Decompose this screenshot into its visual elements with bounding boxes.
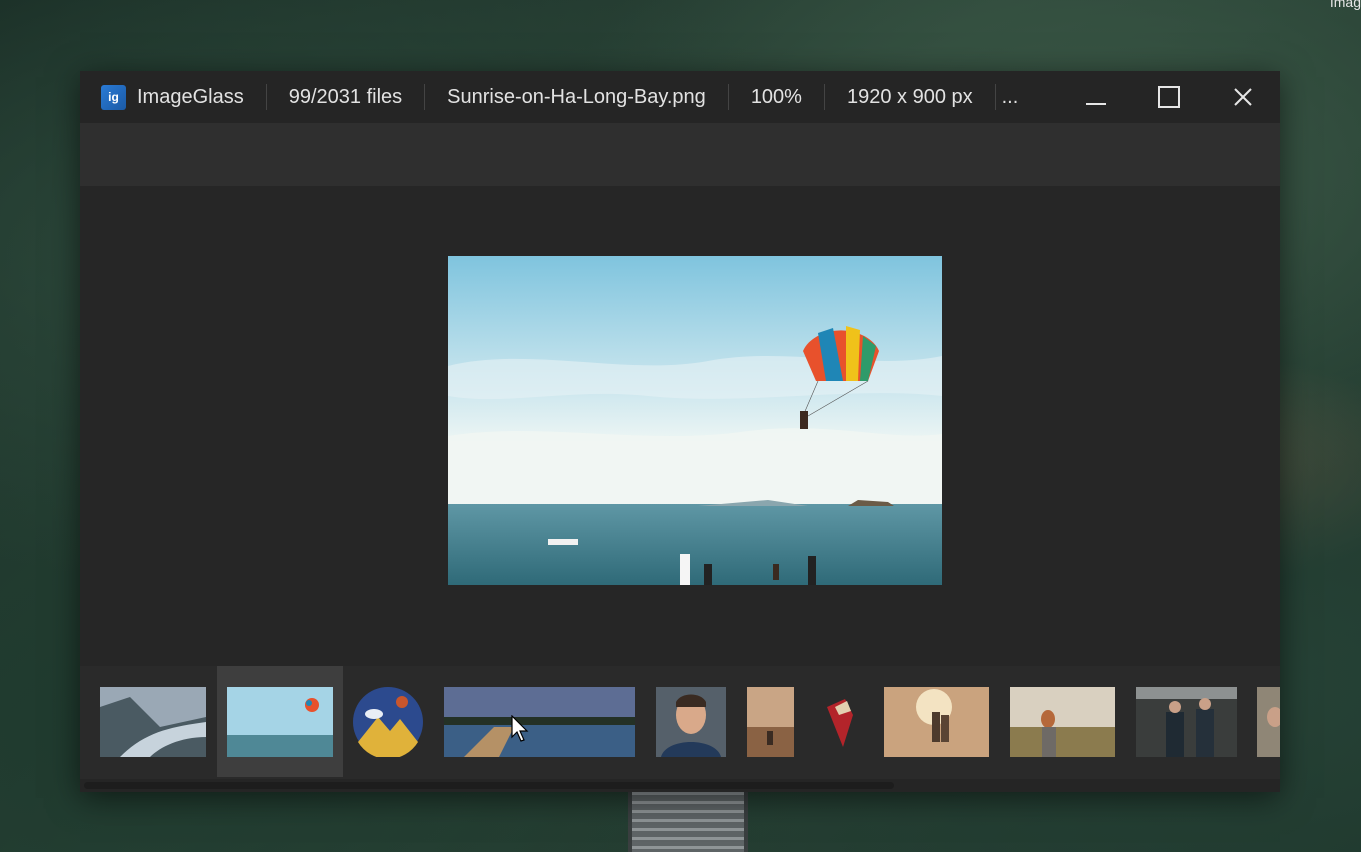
thumbnail-imageglass-logo[interactable] [352, 687, 424, 757]
zoom-level: 100% [750, 85, 802, 108]
file-name: Sunrise-on-Ha-Long-Bay.png [447, 85, 706, 108]
thumbnail-pier-panorama[interactable] [444, 687, 635, 757]
maximize-button[interactable] [1140, 79, 1198, 115]
thumbnail-scrollbar-thumb[interactable] [84, 782, 894, 789]
app-name: ImageGlass [137, 85, 244, 108]
thumbnail-bar[interactable] [80, 666, 1280, 792]
close-button[interactable] [1214, 79, 1272, 115]
thumbnail-parasailing-beach[interactable] [227, 687, 333, 757]
more-info-button[interactable]: ... [996, 86, 1041, 109]
thumbnail-desert-person[interactable] [747, 687, 794, 757]
minimize-icon [1086, 103, 1106, 105]
thumbnail-couple-sunset[interactable] [884, 687, 989, 757]
app-logo-letters: ig [108, 90, 119, 104]
toolbar [80, 123, 1280, 186]
thumbnail-two-men-street[interactable] [1136, 687, 1237, 757]
image-dimensions: 1920 x 900 px [846, 85, 973, 108]
maximize-icon [1158, 86, 1180, 108]
thumbnail-red-shape[interactable] [815, 687, 860, 757]
thumbnail-woman-field[interactable] [1010, 687, 1115, 757]
app-logo-icon: ig [101, 84, 126, 110]
minimize-button[interactable] [1067, 79, 1125, 115]
mouse-cursor-icon [511, 715, 529, 742]
desktop-bridge-background [628, 792, 748, 852]
file-count: 99/2031 files [288, 85, 403, 108]
desktop-corner-text: Imag [1329, 0, 1361, 10]
imageglass-window: ig ImageGlass 99/2031 files Sunrise-on-H… [80, 71, 1280, 792]
thumbnail-partial-portrait[interactable] [1257, 687, 1280, 757]
main-image-parasailing[interactable] [448, 256, 942, 585]
close-icon [1234, 88, 1252, 106]
thumbnail-lake-mountains[interactable] [100, 687, 206, 757]
image-viewer[interactable] [80, 186, 1280, 666]
thumbnail-portrait-man[interactable] [656, 687, 726, 757]
